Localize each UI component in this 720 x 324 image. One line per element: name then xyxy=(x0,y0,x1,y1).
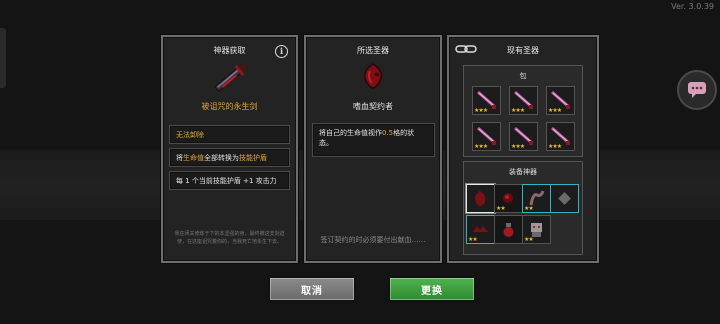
trait-text: 每 1 个当前技能护盾 +1 攻击力 xyxy=(176,176,277,185)
relic-name: 嗜血契约者 xyxy=(353,102,393,111)
trait-text: 无法卸除 xyxy=(176,130,204,139)
equipped-label: 装备神器 xyxy=(509,168,537,176)
chat-button[interactable] xyxy=(677,70,717,110)
owned-relics-panel: 现有圣器 包 ★★★ ★★★ ★★★ ★★★ ★★★ ★★★ 装备神器 ★★ ★… xyxy=(447,35,599,263)
equip-slot[interactable]: ★★ xyxy=(466,215,495,244)
rarity-stars: ★★ xyxy=(524,236,534,243)
trait-highlight-hp: 生命值 xyxy=(183,153,204,162)
relic-description: 将自己的生命值视作0.5格的状态。 xyxy=(312,123,435,157)
bag-slot[interactable]: ★★★ xyxy=(546,86,575,115)
panel-title: 所选圣器 xyxy=(357,46,389,55)
desc-pre: 将自己的生命值视作 xyxy=(319,129,382,137)
replace-button[interactable]: 更换 xyxy=(388,276,476,302)
bag-label: 包 xyxy=(519,72,527,80)
trait-text-mid: 全部转换为 xyxy=(204,153,239,162)
panel-title: 现有圣器 xyxy=(507,46,539,55)
blood-contract-icon xyxy=(363,63,383,89)
blood-contract-icon xyxy=(475,191,486,206)
chat-bubble-icon xyxy=(688,82,706,98)
bag-section: 包 ★★★ ★★★ ★★★ ★★★ ★★★ ★★★ xyxy=(463,65,583,157)
lore-text: 我在闭关修炼于下的本坚强的身，最终被这支剑迫使，在这座诅咒着你的，当我死亡地永生… xyxy=(174,231,285,245)
rarity-stars: ★★★ xyxy=(548,143,562,150)
artifact-obtain-panel: 神器获取 i 被诅咒的永生剑 无法卸除 将生命值 全部转换为 技能护盾 每 1 个当… xyxy=(161,35,298,263)
rarity-stars: ★★★ xyxy=(548,107,562,114)
info-icon[interactable]: i xyxy=(275,45,288,58)
weapon-name: 被诅咒的永生剑 xyxy=(201,102,258,111)
equip-slot-selected[interactable] xyxy=(466,184,495,213)
equip-slot[interactable] xyxy=(550,184,579,213)
stone-icon xyxy=(558,192,571,205)
cancel-button[interactable]: 取消 xyxy=(268,276,356,302)
potion-icon xyxy=(503,223,514,237)
trait-unremovable: 无法卸除 xyxy=(169,125,290,144)
rarity-stars: ★★★ xyxy=(474,107,488,114)
bag-slot[interactable]: ★★★ xyxy=(509,122,538,151)
trait-convert: 将生命值 全部转换为 技能护盾 xyxy=(169,148,290,167)
rarity-stars: ★★ xyxy=(468,236,478,243)
bag-slot[interactable]: ★★★ xyxy=(546,122,575,151)
left-edge-tab[interactable] xyxy=(0,28,6,88)
bag-slot[interactable]: ★★★ xyxy=(472,122,501,151)
bag-slot[interactable]: ★★★ xyxy=(509,86,538,115)
contract-footer: 签订契约的时必须要付出献血…… xyxy=(320,236,426,244)
rarity-stars: ★★ xyxy=(496,205,506,212)
rarity-stars: ★★★ xyxy=(511,107,525,114)
rarity-stars: ★★★ xyxy=(474,143,488,150)
equipped-section: 装备神器 ★★ ★★ ★★ ★★ xyxy=(463,161,583,255)
trait-attack: 每 1 个当前技能护盾 +1 攻击力 xyxy=(169,171,290,190)
equip-slot[interactable]: ★★ xyxy=(522,184,551,213)
selected-relic-panel: 所选圣器 嗜血契约者 将自己的生命值视作0.5格的状态。 签订契约的时必须要付出… xyxy=(304,35,442,263)
trait-highlight-shield: 技能护盾 xyxy=(239,153,267,162)
equip-slot[interactable]: ★★ xyxy=(522,215,551,244)
bag-slot[interactable]: ★★★ xyxy=(472,86,501,115)
cursed-sword-icon xyxy=(214,63,247,93)
rarity-stars: ★★★ xyxy=(511,143,525,150)
rarity-stars: ★★ xyxy=(524,205,534,212)
desc-value: 0.5 xyxy=(382,129,394,137)
equip-slot[interactable] xyxy=(494,215,523,244)
trait-text-pre: 将 xyxy=(176,153,183,162)
equip-slot[interactable]: ★★ xyxy=(494,184,523,213)
version-label: Ver. 3.0.39 xyxy=(671,2,714,11)
